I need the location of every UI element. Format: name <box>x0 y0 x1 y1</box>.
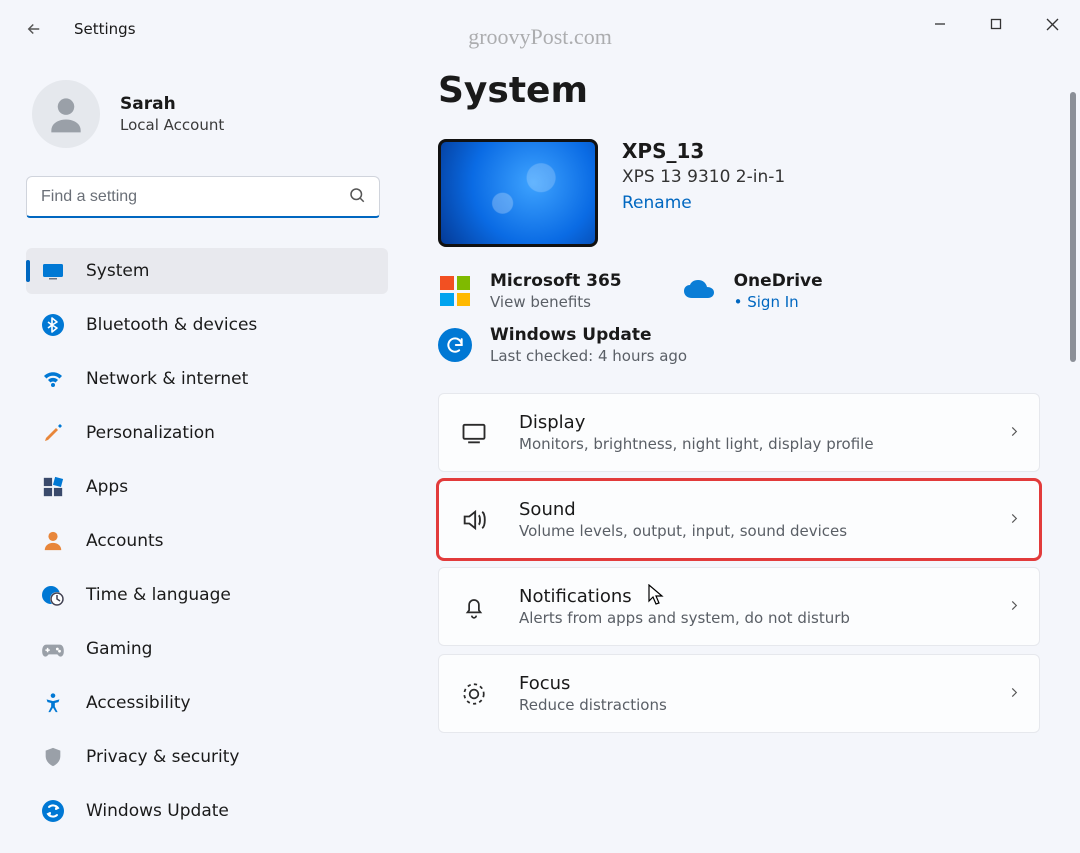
sidebar-item-accessibility[interactable]: Accessibility <box>26 680 388 726</box>
card-title: Focus <box>519 673 667 694</box>
cloud-services: Microsoft 365 View benefits OneDrive Sig… <box>438 271 1068 311</box>
sidebar-item-network[interactable]: Network & internet <box>26 356 388 402</box>
sidebar-item-label: Accessibility <box>86 693 191 713</box>
window-controls <box>912 0 1080 48</box>
avatar <box>32 80 100 148</box>
settings-window: Settings groovyPost.com Sarah Local Acco… <box>0 0 1080 853</box>
sidebar-item-label: Time & language <box>86 585 231 605</box>
card-title: Notifications <box>519 586 850 607</box>
sound-icon <box>457 503 491 537</box>
svc-title: OneDrive <box>734 271 823 291</box>
card-notifications[interactable]: Notifications Alerts from apps and syste… <box>438 567 1040 646</box>
card-focus[interactable]: Focus Reduce distractions <box>438 654 1040 733</box>
card-title: Sound <box>519 499 847 520</box>
search-container <box>26 176 380 218</box>
svc-title: Microsoft 365 <box>490 271 622 291</box>
bluetooth-icon <box>40 312 66 338</box>
sidebar-item-label: Accounts <box>86 531 164 551</box>
sidebar-item-personalization[interactable]: Personalization <box>26 410 388 456</box>
sidebar-item-label: Bluetooth & devices <box>86 315 257 335</box>
chevron-right-icon <box>1007 510 1021 529</box>
svc-subtitle: View benefits <box>490 293 622 311</box>
profile-name: Sarah <box>120 94 224 114</box>
sidebar-item-label: Personalization <box>86 423 215 443</box>
sidebar: Sarah Local Account System <box>0 58 398 853</box>
device-thumbnail[interactable] <box>438 139 598 247</box>
search-icon <box>348 186 366 208</box>
card-subtitle: Monitors, brightness, night light, displ… <box>519 435 874 453</box>
sidebar-item-system[interactable]: System <box>26 248 388 294</box>
gamepad-icon <box>40 636 66 662</box>
card-display[interactable]: Display Monitors, brightness, night ligh… <box>438 393 1040 472</box>
person-icon <box>40 528 66 554</box>
system-cards: Display Monitors, brightness, night ligh… <box>438 393 1068 733</box>
profile-account-type: Local Account <box>120 116 224 134</box>
update-title: Windows Update <box>490 325 687 345</box>
update-icon <box>40 798 66 824</box>
sidebar-item-label: Privacy & security <box>86 747 240 767</box>
card-sound[interactable]: Sound Volume levels, output, input, soun… <box>438 480 1040 559</box>
sidebar-item-label: Windows Update <box>86 801 229 821</box>
main-panel: System XPS_13 XPS 13 9310 2-in-1 Rename … <box>398 58 1080 853</box>
microsoft-365-tile[interactable]: Microsoft 365 View benefits <box>438 271 622 311</box>
globe-clock-icon <box>40 582 66 608</box>
shield-icon <box>40 744 66 770</box>
update-subtitle: Last checked: 4 hours ago <box>490 347 687 365</box>
device-model: XPS 13 9310 2-in-1 <box>622 167 785 187</box>
back-button[interactable] <box>14 9 54 49</box>
card-title: Display <box>519 412 874 433</box>
chevron-right-icon <box>1007 684 1021 703</box>
card-subtitle: Reduce distractions <box>519 696 667 714</box>
wifi-icon <box>40 366 66 392</box>
sidebar-item-time-language[interactable]: Time & language <box>26 572 388 618</box>
system-icon <box>40 258 66 284</box>
device-name: XPS_13 <box>622 139 785 163</box>
sidebar-item-apps[interactable]: Apps <box>26 464 388 510</box>
sidebar-item-windows-update[interactable]: Windows Update <box>26 788 388 834</box>
onedrive-icon <box>682 274 716 308</box>
card-subtitle: Alerts from apps and system, do not dist… <box>519 609 850 627</box>
sidebar-item-label: Network & internet <box>86 369 248 389</box>
windows-update-tile[interactable]: Windows Update Last checked: 4 hours ago <box>438 325 1068 365</box>
page-title: System <box>438 70 1068 111</box>
bell-icon <box>457 590 491 624</box>
maximize-button[interactable] <box>968 0 1024 48</box>
sidebar-item-privacy[interactable]: Privacy & security <box>26 734 388 780</box>
device-row: XPS_13 XPS 13 9310 2-in-1 Rename <box>438 139 1068 247</box>
update-sync-icon <box>438 328 472 362</box>
display-icon <box>457 416 491 450</box>
profile-block[interactable]: Sarah Local Account <box>32 80 388 148</box>
accessibility-icon <box>40 690 66 716</box>
microsoft-logo-icon <box>438 274 472 308</box>
app-title: Settings <box>74 20 136 38</box>
card-subtitle: Volume levels, output, input, sound devi… <box>519 522 847 540</box>
sidebar-item-label: Gaming <box>86 639 152 659</box>
search-input[interactable] <box>26 176 380 218</box>
sidebar-item-accounts[interactable]: Accounts <box>26 518 388 564</box>
svc-subtitle[interactable]: Sign In <box>734 293 823 311</box>
rename-link[interactable]: Rename <box>622 193 785 213</box>
minimize-button[interactable] <box>912 0 968 48</box>
focus-icon <box>457 677 491 711</box>
sidebar-item-bluetooth[interactable]: Bluetooth & devices <box>26 302 388 348</box>
sidebar-item-label: System <box>86 261 149 281</box>
chevron-right-icon <box>1007 423 1021 442</box>
close-button[interactable] <box>1024 0 1080 48</box>
sidebar-item-gaming[interactable]: Gaming <box>26 626 388 672</box>
sidebar-item-label: Apps <box>86 477 128 497</box>
chevron-right-icon <box>1007 597 1021 616</box>
apps-icon <box>40 474 66 500</box>
scrollbar-thumb[interactable] <box>1070 92 1076 362</box>
paintbrush-icon <box>40 420 66 446</box>
onedrive-tile[interactable]: OneDrive Sign In <box>682 271 823 311</box>
